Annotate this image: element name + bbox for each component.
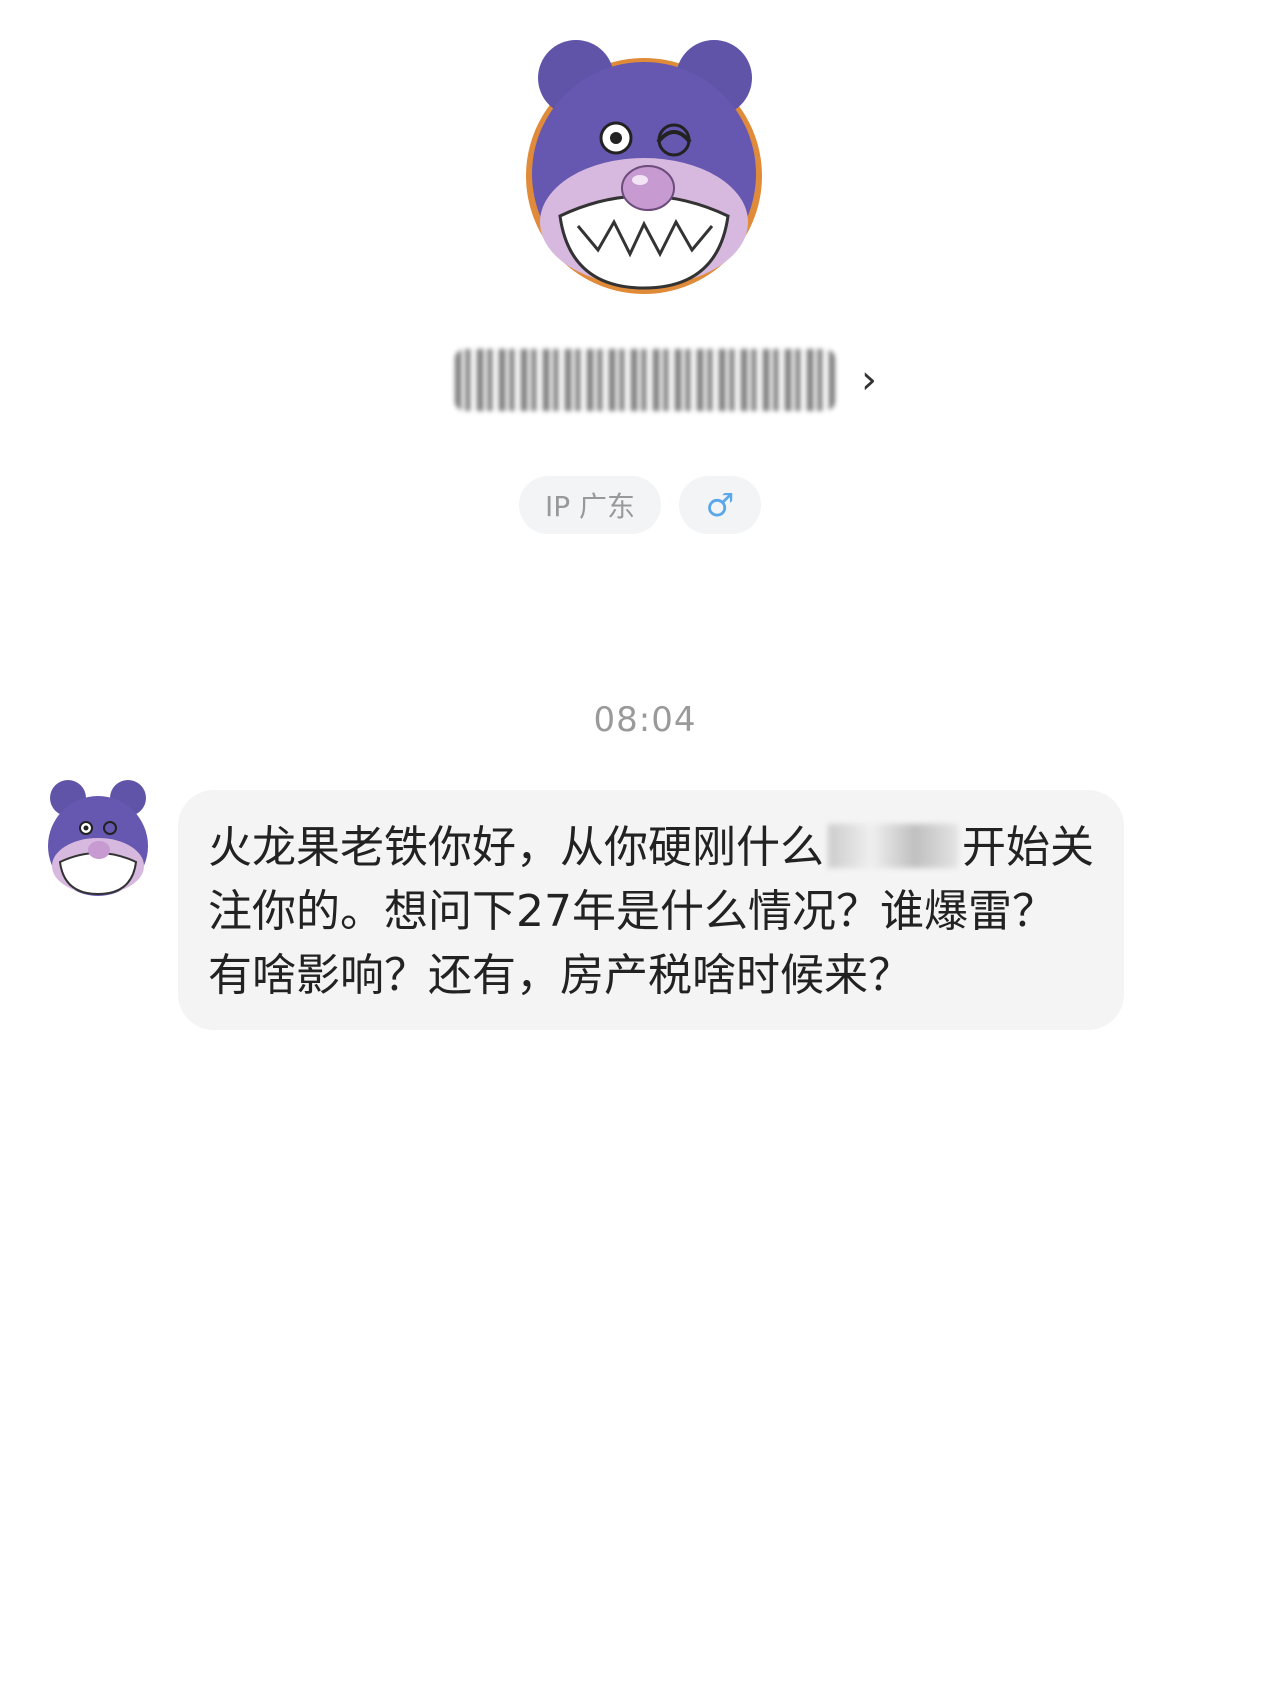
- profile-tags: IP 广东 ♂: [0, 476, 1280, 534]
- message-timestamp: 08:04: [593, 700, 697, 740]
- redacted-username: [455, 349, 835, 411]
- message-text-part1: 火龙果老铁你好，从你硬刚什么: [208, 822, 824, 873]
- message-bubble[interactable]: 火龙果老铁你好，从你硬刚什么 开始关注你的。想问下27年是什么情况？谁爆雷？有啥影…: [178, 790, 1124, 1030]
- profile-name-row[interactable]: ›: [455, 345, 877, 415]
- profile-avatar[interactable]: [518, 26, 770, 306]
- ip-location-tag: IP 广东: [518, 476, 662, 534]
- redacted-text: [828, 824, 958, 868]
- chevron-right-icon: ›: [861, 357, 877, 403]
- sender-avatar[interactable]: [42, 776, 154, 904]
- gender-male-icon: ♂: [679, 476, 762, 534]
